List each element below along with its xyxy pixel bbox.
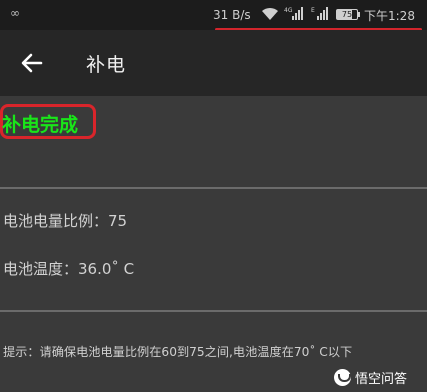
page-title: 补电 (86, 54, 127, 76)
watermark: 悟空问答 (334, 366, 407, 388)
signal-e-icon: E (311, 7, 328, 20)
watermark-text: 悟空问答 (355, 371, 408, 387)
charge-result-text: 补电完成 (2, 114, 79, 136)
divider (0, 310, 427, 312)
battery-ratio-text: 电池电量比例：75 (3, 212, 128, 230)
battery-tip (358, 12, 360, 17)
clock: 下午1:28 (364, 9, 415, 23)
link-icon: ∞ (10, 6, 20, 20)
svg-text:4G: 4G (284, 7, 293, 14)
signal-4g-icon: 4G (284, 7, 303, 20)
wifi-icon (262, 7, 278, 20)
battery-temp-text: 电池温度：36.0˚ C (3, 260, 135, 278)
arrow-left-icon (21, 53, 43, 73)
tip-text: 提示：请确保电池电量比例在60到75之间,电池温度在70˚ C以下 (3, 345, 353, 359)
app-bar: 补电 (0, 30, 427, 96)
back-button[interactable] (16, 48, 48, 78)
network-speed: 31 B/s (213, 8, 251, 22)
status-bar: ∞ 31 B/s 4G E 75 下午1:28 (0, 0, 427, 30)
divider (0, 187, 427, 189)
battery-icon: 75 (336, 9, 358, 20)
wukong-logo-icon (334, 368, 351, 386)
svg-text:E: E (311, 7, 315, 14)
